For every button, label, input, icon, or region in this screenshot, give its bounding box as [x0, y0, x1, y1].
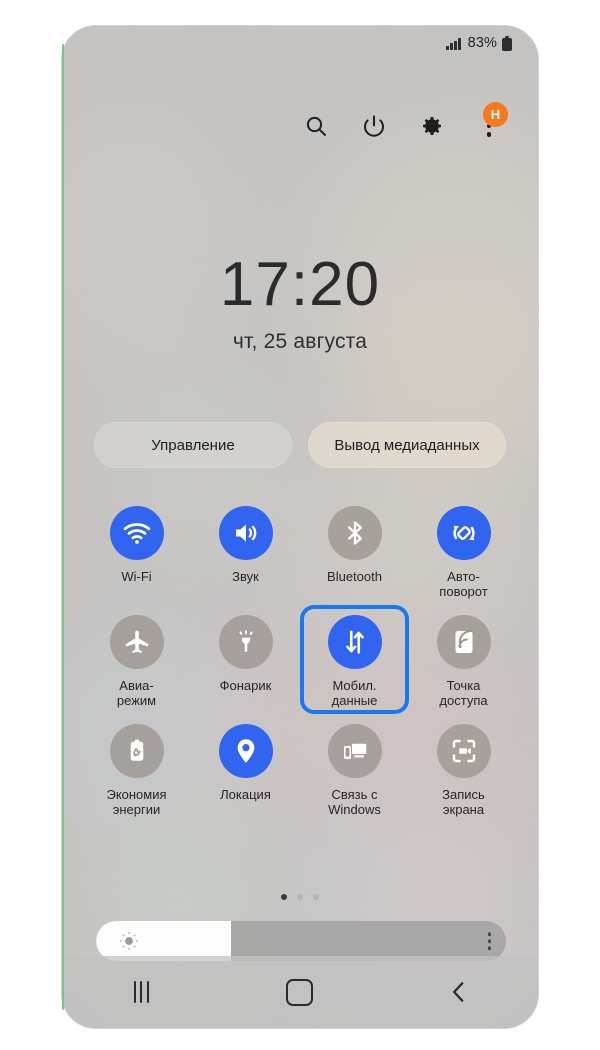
quick-tile-label: Экономия энергии	[106, 787, 167, 817]
quick-tile-sound[interactable]: Звук	[191, 496, 300, 605]
quick-tile-screen-record[interactable]: Запись экрана	[409, 714, 518, 823]
quick-tile-label: Локация	[220, 787, 271, 802]
recents-button[interactable]	[109, 970, 173, 1014]
quick-settings-row: Экономия энергии Локация Связь с Windows Запи…	[82, 714, 518, 823]
page-dot[interactable]	[313, 894, 319, 900]
battery-percent-label: 83%	[467, 35, 497, 51]
clock-time: 17:20	[219, 250, 381, 319]
screenshot-root: 83% H 17:20 чт, 25 августа Управление Вы…	[0, 0, 600, 1050]
phone-edge-highlight	[62, 44, 64, 1010]
quick-tile-link-to-windows[interactable]: Связь с Windows	[300, 714, 409, 823]
quick-settings-grid: Wi-Fi Звук Bluetooth Авто-поворот Авиа-режим…	[82, 496, 518, 823]
quick-tile-label: Авто-поворот	[439, 569, 488, 599]
quick-tile-hotspot[interactable]: Точка доступа	[409, 605, 518, 714]
page-indicator-dots	[62, 894, 538, 900]
clock-date: чт, 25 августа	[232, 330, 368, 353]
quick-tile-mobile-data[interactable]: Мобил. данные	[300, 605, 409, 714]
page-dot[interactable]	[297, 894, 303, 900]
quick-tile-location-pin[interactable]: Локация	[191, 714, 300, 823]
link-to-windows-icon	[327, 724, 382, 778]
quick-tile-auto-rotate[interactable]: Авто-поворот	[409, 496, 518, 605]
quick-settings-row: Авиа-режим Фонарик Мобил. данные Точка доступ…	[82, 605, 518, 714]
avatar[interactable]: H	[483, 102, 508, 127]
quick-tile-label: Звук	[232, 569, 259, 584]
location-pin-icon	[218, 724, 273, 778]
signal-bars-icon	[446, 37, 461, 50]
bluetooth-icon	[327, 506, 382, 560]
auto-rotate-icon	[436, 506, 491, 560]
more-options-kebab-icon[interactable]: H	[476, 102, 508, 140]
quick-tile-label: Bluetooth	[327, 569, 382, 584]
airplane-icon	[109, 615, 164, 669]
quick-tile-label: Авиа-режим	[116, 678, 157, 708]
media-output-button[interactable]: Вывод медиаданных	[308, 422, 506, 468]
home-button[interactable]	[268, 970, 332, 1014]
navigation-bar	[62, 956, 538, 1028]
power-icon[interactable]	[360, 112, 388, 140]
quick-tile-label: Точка доступа	[439, 678, 488, 708]
wifi-icon	[109, 506, 164, 560]
phone-frame: 83% H 17:20 чт, 25 августа Управление Вы…	[62, 26, 538, 1028]
quick-tile-label: Wi-Fi	[121, 569, 152, 584]
pill-button-row: Управление Вывод медиаданных	[94, 422, 506, 468]
header-icon-row: H	[302, 102, 508, 140]
brightness-sun-icon	[120, 932, 138, 950]
quick-tile-label: Запись экрана	[442, 787, 485, 817]
sound-icon	[218, 506, 273, 560]
brightness-slider-fill	[96, 921, 232, 961]
battery-saver-icon	[109, 724, 164, 778]
back-button[interactable]	[427, 970, 491, 1014]
quick-tile-label: Фонарик	[219, 678, 272, 693]
quick-tile-label: Связь с Windows	[328, 787, 381, 817]
quick-tile-bluetooth[interactable]: Bluetooth	[300, 496, 409, 605]
brightness-options-kebab-icon[interactable]	[487, 932, 491, 950]
battery-icon	[502, 35, 512, 51]
hotspot-icon	[436, 615, 491, 669]
mobile-data-icon	[327, 615, 382, 669]
brightness-slider[interactable]	[96, 921, 506, 961]
search-icon[interactable]	[302, 112, 330, 140]
quick-tile-battery-saver[interactable]: Экономия энергии	[82, 714, 191, 823]
settings-gear-icon[interactable]	[418, 112, 446, 140]
page-dot[interactable]	[281, 894, 287, 900]
flashlight-icon	[218, 615, 273, 669]
control-button[interactable]: Управление	[94, 422, 292, 468]
quick-tile-flashlight[interactable]: Фонарик	[191, 605, 300, 714]
screen-record-icon	[436, 724, 491, 778]
quick-settings-row: Wi-Fi Звук Bluetooth Авто-поворот	[82, 496, 518, 605]
quick-tile-airplane[interactable]: Авиа-режим	[82, 605, 191, 714]
quick-tile-label: Мобил. данные	[331, 678, 378, 708]
status-bar: 83%	[62, 26, 538, 60]
quick-tile-wifi[interactable]: Wi-Fi	[82, 496, 191, 605]
clock-block: 17:20 чт, 25 августа	[62, 254, 538, 354]
